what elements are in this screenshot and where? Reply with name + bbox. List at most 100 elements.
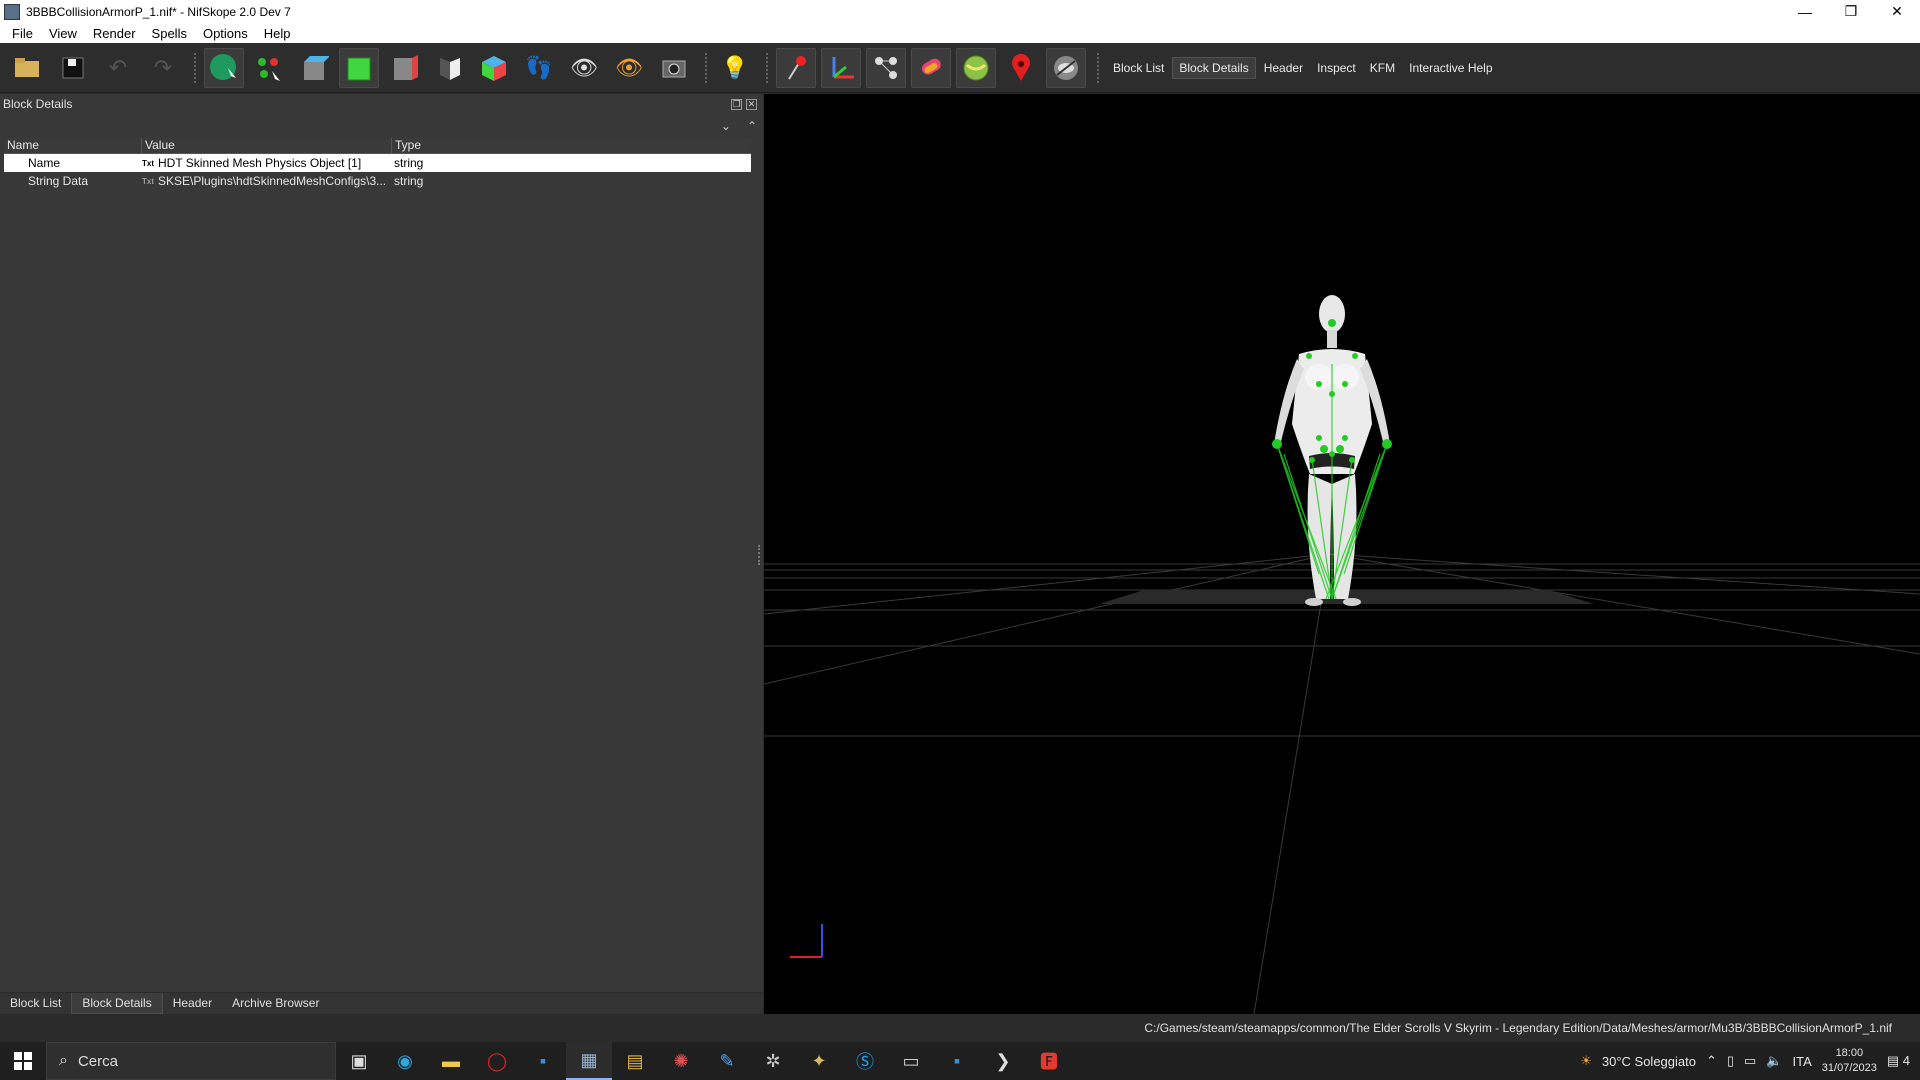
screenshot-button[interactable] (654, 48, 694, 88)
tab-header[interactable]: Header (163, 993, 222, 1014)
tab-block-list[interactable]: Block List (0, 993, 71, 1014)
show-skeleton-button[interactable] (866, 47, 906, 88)
store-app-icon[interactable]: ▪ (520, 1042, 566, 1080)
row-value-cell: Txt SKSE\Plugins\hdtSkinnedMeshConfigs\3… (140, 174, 390, 188)
tab-archive-browser[interactable]: Archive Browser (222, 993, 329, 1014)
row-value[interactable]: HDT Skinned Mesh Physics Object [1] (158, 156, 361, 170)
row-value-cell: Txt HDT Skinned Mesh Physics Object [1] (140, 156, 390, 170)
text-type-icon: Txt (142, 158, 154, 168)
cube-side-icon (394, 54, 418, 80)
menu-view[interactable]: View (41, 26, 85, 41)
column-header-value[interactable]: Value (142, 138, 392, 153)
app-folder-icon[interactable]: ▤ (612, 1042, 658, 1080)
save-file-button[interactable] (53, 48, 93, 88)
show-markers-button[interactable] (776, 47, 816, 88)
show-axes-button[interactable] (821, 47, 861, 88)
opera-browser-icon[interactable]: ◯ (474, 1042, 520, 1080)
toolbar-link-inspect[interactable]: Inspect (1311, 58, 1362, 78)
lighting-button[interactable]: 💡 (715, 48, 755, 88)
menu-spells[interactable]: Spells (144, 26, 195, 41)
3d-viewport[interactable] (764, 94, 1920, 1014)
nifskope-taskbar-icon[interactable]: ▦ (566, 1042, 612, 1080)
start-button[interactable] (0, 1042, 46, 1080)
text-type-icon: Txt (142, 176, 154, 186)
redo-button[interactable]: ↷ (143, 48, 183, 88)
show-collision-button[interactable] (911, 47, 951, 88)
minimize-button[interactable]: — (1782, 0, 1828, 23)
language-indicator[interactable]: ITA (1793, 1054, 1812, 1069)
view-user-button[interactable] (474, 48, 514, 88)
toolbar-link-block-details[interactable]: Block Details (1172, 56, 1256, 79)
walk-mode-button[interactable]: 👣 (519, 48, 559, 88)
view-front-button[interactable] (339, 47, 379, 88)
restore-button[interactable]: ❐ (1828, 0, 1874, 23)
weather-text[interactable]: 30°C Soleggiato (1602, 1054, 1696, 1069)
tab-block-details[interactable]: Block Details (71, 993, 163, 1014)
app-paint-icon[interactable]: ✦ (796, 1042, 842, 1080)
volume-icon[interactable]: 🔈 (1766, 1053, 1782, 1069)
notification-icon[interactable]: ▤ 4 (1887, 1053, 1910, 1069)
file-explorer-icon[interactable]: ▬ (428, 1042, 474, 1080)
skeleton-nodes-icon (875, 56, 897, 79)
float-panel-icon[interactable]: ❐ (731, 98, 742, 110)
row-value[interactable]: SKSE\Plugins\hdtSkinnedMeshConfigs\3... (158, 174, 386, 188)
table-row[interactable]: Name Txt HDT Skinned Mesh Physics Object… (4, 154, 751, 172)
app-pen-icon[interactable]: ✎ (704, 1042, 750, 1080)
hide-overlay-button[interactable] (1046, 47, 1086, 88)
app-mod-organizer-icon[interactable]: ✲ (750, 1042, 796, 1080)
toolbar-link-interactive-help[interactable]: Interactive Help (1403, 58, 1498, 78)
select-object-button[interactable] (204, 47, 244, 88)
clock[interactable]: 18:00 31/07/2023 (1822, 1046, 1877, 1076)
show-hidden-button[interactable]: 👁 (564, 48, 604, 88)
toolbar-link-header[interactable]: Header (1258, 58, 1309, 78)
panel-tab-bar: Block List Block Details Header Archive … (0, 992, 763, 1014)
app-monitor-icon[interactable]: ▭ (888, 1042, 934, 1080)
toolbar-separator (705, 52, 709, 83)
close-panel-icon[interactable]: ✕ (746, 98, 757, 110)
undo-button[interactable]: ↶ (98, 48, 138, 88)
show-nodes-button[interactable]: 👁 (609, 48, 649, 88)
cube-front-icon (347, 57, 371, 80)
panel-splitter[interactable] (758, 545, 762, 565)
axes-icon (832, 56, 854, 78)
show-markers-pin-button[interactable] (1001, 48, 1041, 88)
clock-time: 18:00 (1835, 1047, 1864, 1059)
app-arrow-icon[interactable]: ❯ (980, 1042, 1026, 1080)
view-walk-button[interactable] (429, 48, 469, 88)
expand-all-icon[interactable]: ⌄ (721, 119, 731, 133)
menu-bar: File View Render Spells Options Help (0, 23, 1920, 43)
network-icon[interactable]: ▭ (1744, 1053, 1756, 1069)
table-row[interactable]: String Data Txt SKSE\Plugins\hdtSkinnedM… (4, 172, 751, 190)
tray-device-icon[interactable]: ▯ (1727, 1053, 1734, 1069)
collapse-all-icon[interactable]: ⌃ (747, 119, 757, 133)
weather-icon[interactable]: ☀ (1580, 1053, 1592, 1069)
app-blue-icon[interactable]: ▪ (934, 1042, 980, 1080)
taskbar-search-box[interactable]: ⌕ Cerca (46, 1042, 336, 1080)
perspective-icon (440, 57, 460, 80)
edge-browser-icon[interactable]: ◉ (382, 1042, 428, 1080)
menu-render[interactable]: Render (85, 26, 144, 41)
toolbar-link-block-list[interactable]: Block List (1107, 58, 1170, 78)
pin-icon (788, 55, 806, 80)
open-file-button[interactable] (8, 48, 48, 88)
show-constraints-button[interactable] (956, 47, 996, 88)
view-side-button[interactable] (384, 48, 424, 88)
skype-icon[interactable]: Ⓢ (842, 1042, 888, 1080)
clock-date: 31/07/2023 (1821, 1062, 1877, 1074)
file-path: C:/Games/steam/steamapps/common/The Elde… (1144, 1021, 1892, 1035)
tray-overflow-icon[interactable]: ⌃ (1706, 1053, 1717, 1069)
menu-file[interactable]: File (4, 26, 41, 41)
column-header-name[interactable]: Name (4, 138, 142, 153)
task-view-icon[interactable]: ▣ (336, 1042, 382, 1080)
toolbar-link-kfm[interactable]: KFM (1364, 58, 1401, 78)
select-vertex-button[interactable] (249, 48, 289, 88)
menu-help[interactable]: Help (256, 26, 299, 41)
app-red-f-icon[interactable]: 🅵 (1026, 1042, 1072, 1080)
light-bulb-icon: 💡 (721, 54, 749, 80)
column-header-type[interactable]: Type (392, 138, 751, 153)
close-button[interactable]: ✕ (1874, 0, 1920, 23)
menu-options[interactable]: Options (195, 26, 256, 41)
app-target-icon[interactable]: ✺ (658, 1042, 704, 1080)
color-cube-icon (482, 55, 506, 81)
view-top-button[interactable] (294, 48, 334, 88)
